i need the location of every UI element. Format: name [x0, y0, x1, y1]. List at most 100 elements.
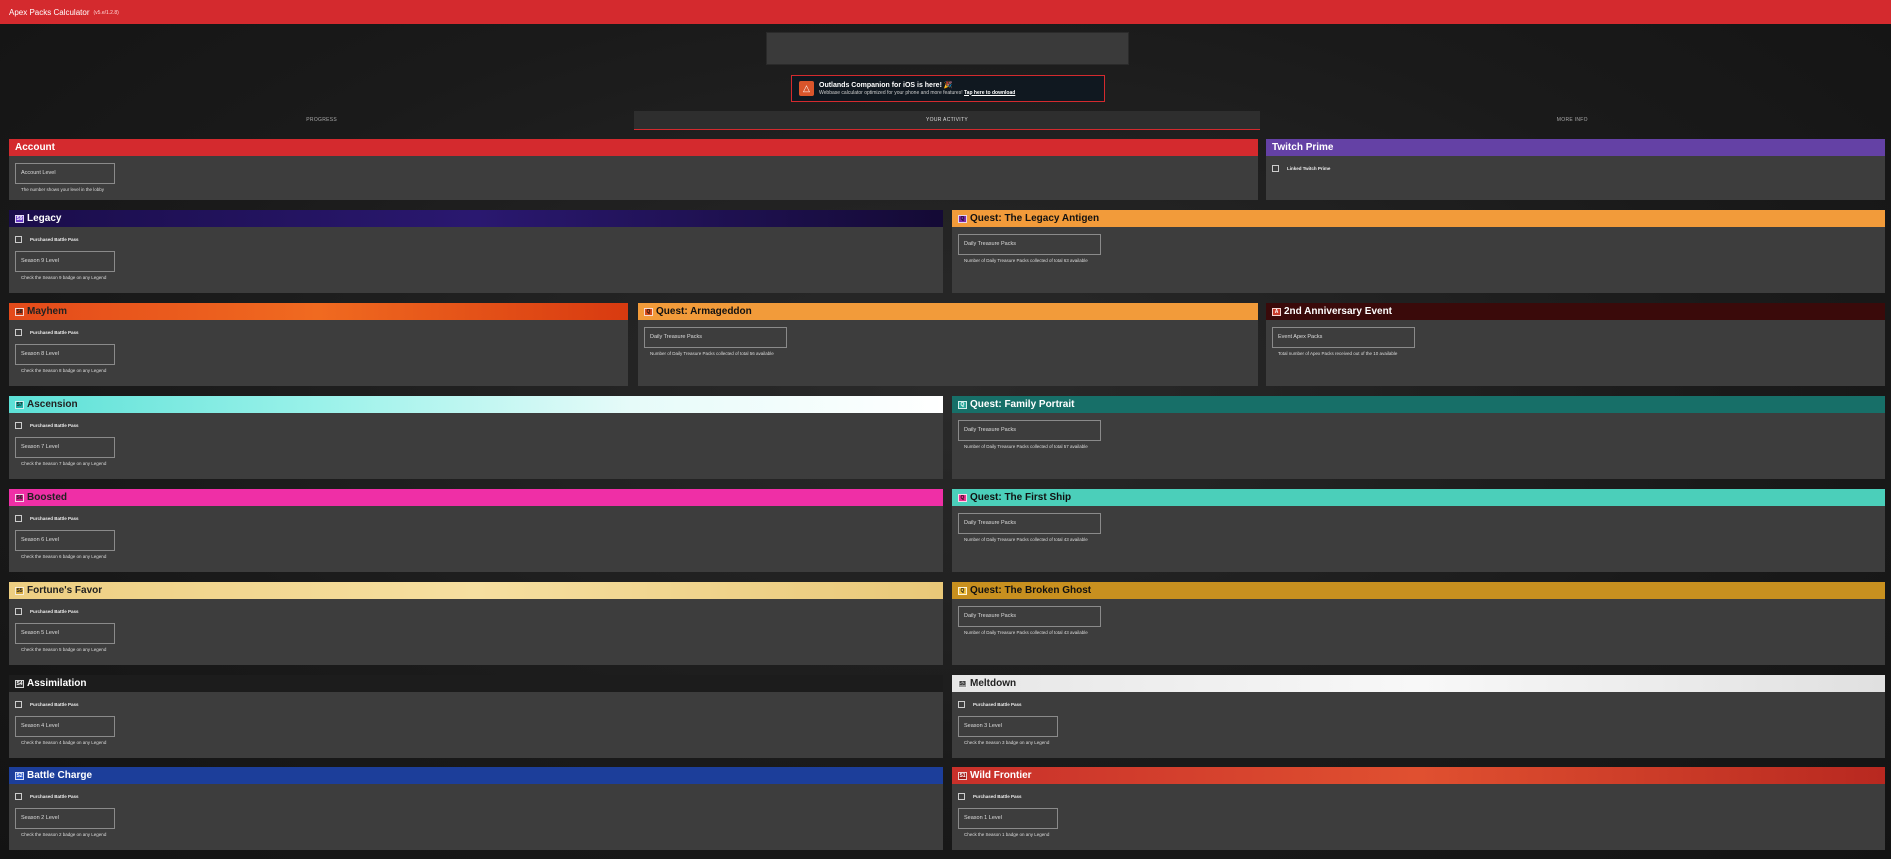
fortune-battle-pass-label: Purchased Battle Pass	[30, 608, 79, 614]
quest-first-ship-header: Q Quest: The First Ship	[952, 489, 1885, 506]
promo-download-link[interactable]: Tap here to download	[964, 90, 1015, 96]
legacy-card: S9 Legacy Purchased Battle Pass Season 9…	[9, 210, 943, 293]
wild-frontier-battle-pass-label: Purchased Battle Pass	[973, 793, 1022, 799]
meltdown-card: S3 Meltdown Purchased Battle Pass Season…	[952, 675, 1885, 758]
quest-first-ship-packs-input[interactable]: Daily Treasure Packs	[958, 513, 1101, 534]
tab-more-info[interactable]: MORE INFO	[1260, 111, 1885, 130]
ascension-level-input[interactable]: Season 7 Level	[15, 437, 115, 458]
quest-first-ship-card: Q Quest: The First Ship Daily Treasure P…	[952, 489, 1885, 572]
boosted-level-hint: Check the Season 6 badge on any Legend	[21, 554, 107, 559]
legacy-battle-pass-label: Purchased Battle Pass	[30, 236, 79, 242]
account-level-input[interactable]: Account Level	[15, 163, 115, 184]
anniversary-title: 2nd Anniversary Event	[1284, 306, 1393, 317]
season-6-icon: S6	[15, 493, 24, 502]
quest-antigen-packs-input[interactable]: Daily Treasure Packs	[958, 234, 1101, 255]
season-9-icon: S9	[15, 214, 24, 223]
meltdown-battle-pass-checkbox[interactable]	[958, 700, 965, 708]
quest-antigen-hint: Number of Daily Treasure Packs collected…	[964, 258, 1088, 263]
anniversary-hint: Total number of Apex Packs received out …	[1278, 351, 1398, 356]
quest-family-packs-input[interactable]: Daily Treasure Packs	[958, 420, 1101, 441]
legacy-level-input[interactable]: Season 9 Level	[15, 251, 115, 272]
fortunes-favor-header: S5 Fortune's Favor	[9, 582, 943, 599]
wild-frontier-title: Wild Frontier	[970, 770, 1032, 781]
ascension-title: Ascension	[27, 399, 78, 410]
season-8-icon: S8	[15, 307, 24, 316]
quest-broken-ghost-packs-input[interactable]: Daily Treasure Packs	[958, 606, 1101, 627]
wild-frontier-level-input[interactable]: Season 1 Level	[958, 808, 1058, 829]
fortunes-favor-title: Fortune's Favor	[27, 585, 103, 596]
boosted-battle-pass-label: Purchased Battle Pass	[30, 515, 79, 521]
tab-your-activity[interactable]: YOUR ACTIVITY	[634, 111, 1260, 130]
quest-first-ship-icon: Q	[958, 493, 967, 502]
ascension-header: S7 Ascension	[9, 396, 943, 413]
account-title: Account	[15, 142, 55, 153]
quest-family-icon: Q	[958, 400, 967, 409]
ascension-battle-pass-checkbox[interactable]	[15, 421, 22, 429]
ad-banner	[766, 32, 1129, 65]
quest-broken-ghost-icon: Q	[958, 586, 967, 595]
quest-broken-ghost-title: Quest: The Broken Ghost	[970, 585, 1092, 596]
quest-armageddon-hint: Number of Daily Treasure Packs collected…	[650, 351, 774, 356]
mayhem-battle-pass-checkbox[interactable]	[15, 328, 22, 336]
mayhem-battle-pass-label: Purchased Battle Pass	[30, 329, 79, 335]
quest-antigen-icon: Q	[958, 214, 967, 223]
boosted-header: S6 Boosted	[9, 489, 943, 506]
tab-progress[interactable]: PROGRESS	[9, 111, 634, 130]
battle-charge-title: Battle Charge	[27, 770, 93, 781]
app-version: (v5.e/1.2.8)	[93, 10, 119, 16]
quest-armageddon-packs-input[interactable]: Daily Treasure Packs	[644, 327, 787, 348]
mayhem-level-hint: Check the Season 8 badge on any Legend	[21, 368, 107, 373]
battle-charge-level-hint: Check the Season 2 badge on any Legend	[21, 832, 107, 837]
quest-family-portrait-header: Q Quest: Family Portrait	[952, 396, 1885, 413]
twitch-prime-label: Linked Twitch Prime	[1287, 165, 1331, 171]
assimilation-title: Assimilation	[27, 678, 87, 689]
app-header: Apex Packs Calculator (v5.e/1.2.8)	[0, 0, 1891, 24]
boosted-card: S6 Boosted Purchased Battle Pass Season …	[9, 489, 943, 572]
boosted-battle-pass-checkbox[interactable]	[15, 514, 22, 522]
quest-family-portrait-title: Quest: Family Portrait	[970, 399, 1075, 410]
meltdown-battle-pass-label: Purchased Battle Pass	[973, 701, 1022, 707]
mayhem-header: S8 Mayhem	[9, 303, 628, 320]
fortune-battle-pass-checkbox[interactable]	[15, 607, 22, 615]
boosted-title: Boosted	[27, 492, 67, 503]
legacy-battle-pass-checkbox[interactable]	[15, 235, 22, 243]
quest-legacy-antigen-title: Quest: The Legacy Antigen	[970, 213, 1100, 224]
assimilation-level-input[interactable]: Season 4 Level	[15, 716, 115, 737]
apex-logo-icon: △	[799, 81, 814, 96]
anniversary-packs-input[interactable]: Event Apex Packs	[1272, 327, 1415, 348]
twitch-prime-checkbox[interactable]	[1272, 164, 1279, 172]
battle-charge-level-input[interactable]: Season 2 Level	[15, 808, 115, 829]
anniversary-icon: A	[1272, 307, 1281, 316]
twitch-card: Twitch Prime Linked Twitch Prime	[1266, 139, 1885, 200]
promo-headline: Outlands Companion for iOS is here! 🎉	[819, 81, 953, 89]
wild-frontier-battle-pass-checkbox[interactable]	[958, 792, 965, 800]
account-card: Account Account Level The number shows y…	[9, 139, 1258, 200]
wild-frontier-header: S1 Wild Frontier	[952, 767, 1885, 784]
fortune-level-hint: Check the Season 5 badge on any Legend	[21, 647, 107, 652]
quest-first-ship-hint: Number of Daily Treasure Packs collected…	[964, 537, 1088, 542]
battle-charge-battle-pass-label: Purchased Battle Pass	[30, 793, 79, 799]
season-3-icon: S3	[958, 679, 967, 688]
quest-family-portrait-card: Q Quest: Family Portrait Daily Treasure …	[952, 396, 1885, 479]
quest-broken-ghost-card: Q Quest: The Broken Ghost Daily Treasure…	[952, 582, 1885, 665]
meltdown-title: Meltdown	[970, 678, 1017, 689]
assimilation-battle-pass-checkbox[interactable]	[15, 700, 22, 708]
account-header: Account	[9, 139, 1258, 156]
quest-family-hint: Number of Daily Treasure Packs collected…	[964, 444, 1088, 449]
app-title: Apex Packs Calculator	[9, 7, 90, 17]
battle-charge-battle-pass-checkbox[interactable]	[15, 792, 22, 800]
quest-armageddon-title: Quest: Armageddon	[656, 306, 752, 317]
ios-promo-banner[interactable]: △ Outlands Companion for iOS is here! 🎉 …	[791, 75, 1105, 102]
mayhem-level-input[interactable]: Season 8 Level	[15, 344, 115, 365]
wild-frontier-level-hint: Check the Season 1 badge on any Legend	[964, 832, 1050, 837]
legacy-title: Legacy	[27, 213, 62, 224]
boosted-level-input[interactable]: Season 6 Level	[15, 530, 115, 551]
promo-sub: Webbase calculator optimized for your ph…	[819, 89, 963, 96]
account-level-hint: The number shows your level in the lobby	[21, 187, 105, 192]
season-7-icon: S7	[15, 400, 24, 409]
assimilation-card: S4 Assimilation Purchased Battle Pass Se…	[9, 675, 943, 758]
meltdown-level-input[interactable]: Season 3 Level	[958, 716, 1058, 737]
legacy-level-hint: Check the Season 9 badge on any Legend	[21, 275, 107, 280]
quest-legacy-antigen-header: Q Quest: The Legacy Antigen	[952, 210, 1885, 227]
fortune-level-input[interactable]: Season 5 Level	[15, 623, 115, 644]
